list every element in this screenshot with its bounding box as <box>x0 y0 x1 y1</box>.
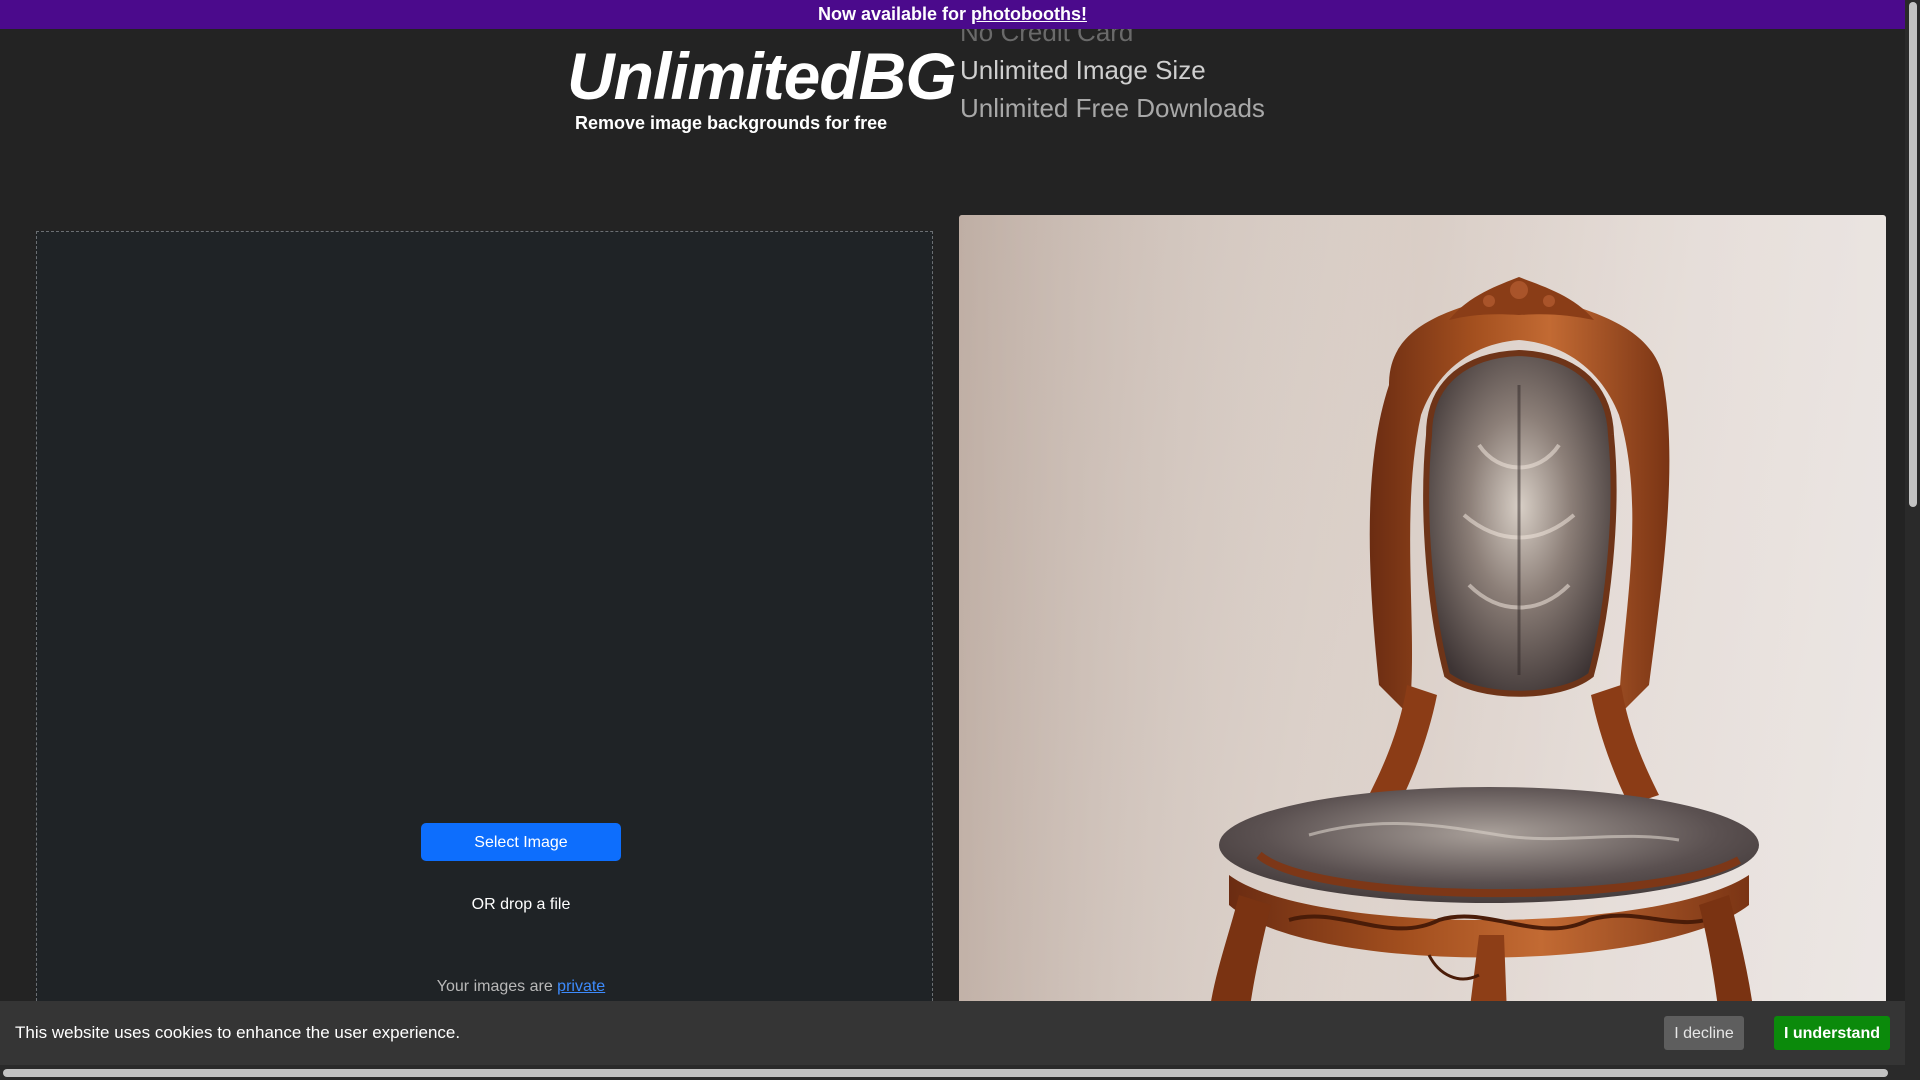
promo-text: Now available for <box>817 4 972 24</box>
decline-cookies-button[interactable]: I decline <box>1664 1016 1744 1050</box>
chair-illustration <box>959 215 1886 1015</box>
cookie-message: This website uses cookies to enhance the… <box>15 1023 461 1042</box>
tagline: Remove image backgrounds for free <box>575 113 888 133</box>
sample-chair-image <box>959 215 1886 1015</box>
accept-cookies-button[interactable]: I understand <box>1774 1016 1890 1050</box>
site-logo[interactable]: UnlimitedBG <box>567 38 957 114</box>
feature-item: Unlimited Image Size <box>960 55 1206 85</box>
select-image-button[interactable]: Select Image <box>421 823 621 861</box>
privacy-note: Your images are private <box>371 978 671 996</box>
vertical-scrollbar[interactable] <box>1905 0 1920 1080</box>
promo-banner: Now available for photobooths! <box>0 0 1905 29</box>
cookie-consent-bar: This website uses cookies to enhance the… <box>0 1001 1905 1065</box>
drop-file-text: OR drop a file <box>471 896 571 913</box>
horizontal-scroll-thumb[interactable] <box>3 1069 1888 1077</box>
horizontal-scrollbar[interactable] <box>0 1065 1905 1080</box>
feature-item: Unlimited Free Downloads <box>960 93 1265 123</box>
feature-ticker: No Credit Card Unlimited Image Size Unli… <box>960 29 1380 125</box>
vertical-scroll-thumb[interactable] <box>1909 2 1917 507</box>
privacy-prefix: Your images are <box>436 978 558 995</box>
file-drop-zone[interactable]: Select Image OR drop a file Your images … <box>36 231 933 1011</box>
photobooths-link[interactable]: photobooths! <box>971 4 1087 24</box>
privacy-link[interactable]: private <box>557 978 605 995</box>
page: Now available for photobooths! Unlimited… <box>0 0 1920 1080</box>
feature-item: No Credit Card <box>960 29 1134 47</box>
